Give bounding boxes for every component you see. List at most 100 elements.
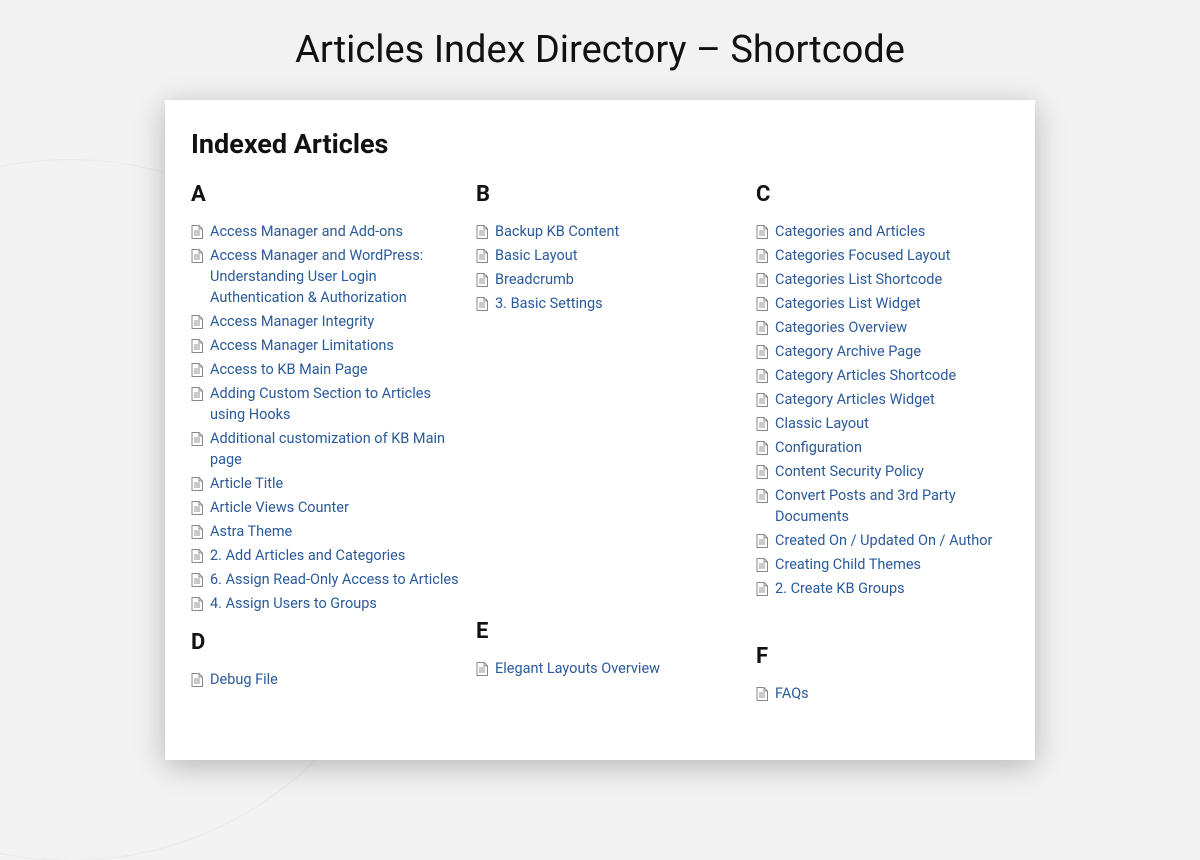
list-item: Configuration [756,437,1016,458]
list-item: Debug File [191,669,476,690]
document-icon [191,673,203,687]
list-item: Categories List Shortcode [756,269,1016,290]
letter-section: AAccess Manager and Add-onsAccess Manage… [191,182,476,614]
article-link[interactable]: Elegant Layouts Overview [495,658,670,679]
document-icon [476,273,488,287]
list-item: Created On / Updated On / Author [756,530,1016,551]
article-link[interactable]: Categories List Widget [775,293,931,314]
article-link[interactable]: Category Archive Page [775,341,931,362]
document-icon [476,662,488,676]
article-link[interactable]: Access Manager Limitations [210,335,404,356]
list-item: Breadcrumb [476,269,756,290]
document-icon [756,417,768,431]
document-icon [191,501,203,515]
article-link[interactable]: Content Security Policy [775,461,934,482]
article-link[interactable]: Debug File [210,669,288,690]
document-icon [756,249,768,263]
list-item: Astra Theme [191,521,476,542]
list-item: Article Views Counter [191,497,476,518]
list-item: Access Manager and WordPress: Understand… [191,245,476,308]
article-link[interactable]: 4. Assign Users to Groups [210,593,387,614]
article-link[interactable]: 2. Add Articles and Categories [210,545,415,566]
article-link[interactable]: Categories List Shortcode [775,269,952,290]
section-letter: E [476,619,756,644]
article-link[interactable]: Configuration [775,437,872,458]
article-list: Backup KB Content Basic Layout Breadcrumb 3… [476,221,756,314]
article-link[interactable]: Creating Child Themes [775,554,931,575]
document-icon [756,441,768,455]
list-item: Adding Custom Section to Articles using … [191,383,476,425]
letter-section: BBackup KB ContentBasic LayoutBreadcrumb… [476,182,756,314]
article-link[interactable]: Additional customization of KB Main page [210,428,476,470]
list-item: FAQs [756,683,1016,704]
document-icon [191,432,203,446]
list-item: Categories Focused Layout [756,245,1016,266]
document-icon [756,489,768,503]
document-icon [756,297,768,311]
article-link[interactable]: Categories Focused Layout [775,245,960,266]
list-item: Additional customization of KB Main page [191,428,476,470]
article-link[interactable]: Backup KB Content [495,221,629,242]
article-link[interactable]: Category Articles Widget [775,389,945,410]
article-link[interactable]: 3. Basic Settings [495,293,613,314]
document-icon [756,582,768,596]
document-icon [191,225,203,239]
article-link[interactable]: FAQs [775,683,819,704]
article-link[interactable]: Access Manager Integrity [210,311,384,332]
document-icon [476,297,488,311]
list-item: Categories Overview [756,317,1016,338]
document-icon [756,345,768,359]
article-list: FAQs [756,683,1016,704]
article-link[interactable]: Article Views Counter [210,497,359,518]
document-icon [191,249,203,263]
list-item: Access Manager Integrity [191,311,476,332]
document-icon [191,315,203,329]
section-letter: C [756,182,1016,207]
article-link[interactable]: Access Manager and Add-ons [210,221,413,242]
document-icon [756,534,768,548]
section-letter: A [191,182,476,207]
document-icon [756,465,768,479]
article-link[interactable]: Convert Posts and 3rd Party Documents [775,485,1016,527]
list-item: Creating Child Themes [756,554,1016,575]
section-letter: D [191,630,476,655]
letter-section: C Categories and Articles Categories Focus… [756,182,1016,599]
section-letter: F [756,644,1016,669]
article-link[interactable]: Basic Layout [495,245,587,266]
column: C Categories and Articles Categories Focus… [756,182,1016,707]
document-icon [191,339,203,353]
document-icon [756,225,768,239]
articles-panel: Indexed Articles AAccess Manager and Add… [165,100,1035,760]
article-link[interactable]: Astra Theme [210,521,302,542]
article-link[interactable]: Category Articles Shortcode [775,365,966,386]
article-link[interactable]: Access Manager and WordPress: Understand… [210,245,476,308]
document-icon [756,273,768,287]
document-icon [191,597,203,611]
article-link[interactable]: Categories and Articles [775,221,935,242]
document-icon [756,369,768,383]
article-link[interactable]: Article Title [210,473,293,494]
list-item: Elegant Layouts Overview [476,658,756,679]
document-icon [191,363,203,377]
list-item: Category Articles Shortcode [756,365,1016,386]
article-list: Access Manager and Add-ons Access Manager… [191,221,476,614]
article-link[interactable]: 6. Assign Read-Only Access to Articles [210,569,469,590]
list-item: Access Manager and Add-ons [191,221,476,242]
list-item: Backup KB Content [476,221,756,242]
list-item: 2. Create KB Groups [756,578,1016,599]
list-item: 6. Assign Read-Only Access to Articles [191,569,476,590]
article-link[interactable]: 2. Create KB Groups [775,578,915,599]
list-item: Access Manager Limitations [191,335,476,356]
document-icon [191,525,203,539]
list-item: Categories and Articles [756,221,1016,242]
article-link[interactable]: Categories Overview [775,317,917,338]
article-link[interactable]: Classic Layout [775,413,879,434]
document-icon [756,687,768,701]
article-link[interactable]: Access to KB Main Page [210,359,378,380]
article-link[interactable]: Created On / Updated On / Author [775,530,1002,551]
list-item: Content Security Policy [756,461,1016,482]
document-icon [191,477,203,491]
article-list: Elegant Layouts Overview [476,658,756,679]
article-link[interactable]: Breadcrumb [495,269,584,290]
article-link[interactable]: Adding Custom Section to Articles using … [210,383,476,425]
